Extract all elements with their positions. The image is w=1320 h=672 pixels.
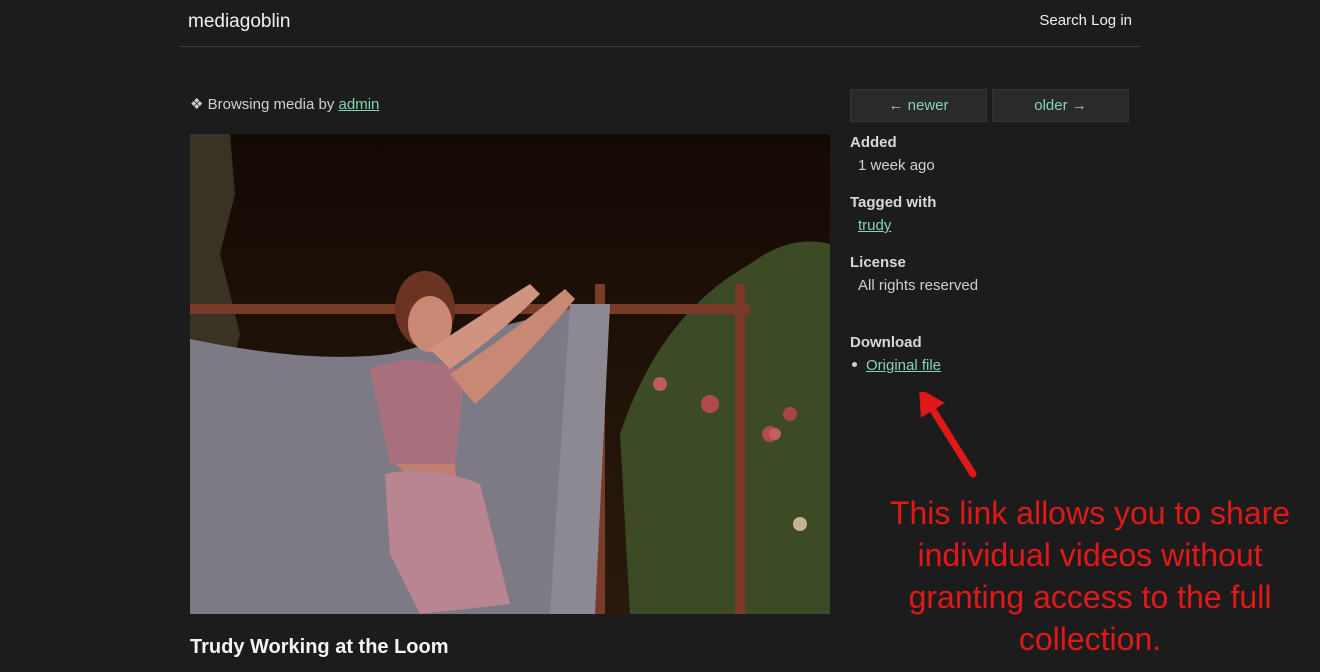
arrow-annotation-icon: [919, 392, 977, 478]
tagged-label: Tagged with: [850, 194, 937, 211]
author-link[interactable]: admin: [339, 96, 380, 113]
site-header: mediagoblin Search Log in: [180, 0, 1140, 47]
browsing-prefix: ❖ Browsing media by: [190, 96, 339, 113]
annotation-text: This link allows you to share individual…: [870, 492, 1310, 660]
original-file-link[interactable]: Original file: [866, 357, 941, 374]
bullet-icon: [852, 362, 857, 368]
video-player[interactable]: [190, 134, 830, 614]
annotation-line: This link allows you to share: [889, 495, 1291, 531]
annotation-line: individual videos without: [917, 537, 1263, 573]
header-links: Search Log in: [1039, 12, 1132, 29]
license-value: All rights reserved: [858, 277, 979, 294]
login-link[interactable]: Log in: [1091, 12, 1132, 29]
media-sidebar: Added 1 week ago Tagged with trudy Licen…: [850, 134, 1150, 374]
tag-link[interactable]: trudy: [858, 217, 891, 234]
video-frame: [190, 134, 830, 614]
license-label: License: [850, 254, 906, 271]
annotation-line: collection.: [1018, 621, 1162, 657]
download-label: Download: [850, 334, 922, 351]
newer-button[interactable]: ← newer: [850, 89, 987, 122]
older-button[interactable]: older →: [992, 89, 1129, 122]
browsing-breadcrumb: ❖ Browsing media by admin: [190, 95, 379, 113]
search-link[interactable]: Search: [1039, 12, 1087, 29]
site-logo[interactable]: mediagoblin: [188, 11, 290, 33]
added-label: Added: [850, 134, 897, 151]
media-title: Trudy Working at the Loom: [190, 636, 449, 658]
annotation-line: granting access to the full: [908, 579, 1272, 615]
added-value: 1 week ago: [858, 157, 935, 174]
